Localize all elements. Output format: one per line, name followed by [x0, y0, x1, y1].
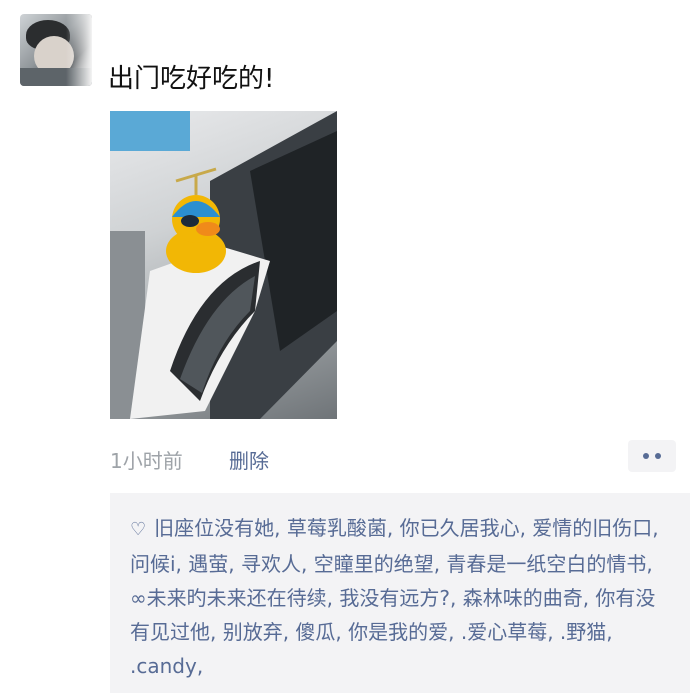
likes-panel: ♡ 旧座位没有她, 草莓乳酸菌, 你已久居我心, 爱情的旧伤口, 问候i, 遇萤,… [110, 493, 690, 693]
likes-names[interactable]: 旧座位没有她, 草莓乳酸菌, 你已久居我心, 爱情的旧伤口, 问候i, 遇萤, … [130, 516, 659, 678]
photo-illustration [110, 111, 337, 419]
avatar-light [66, 14, 92, 86]
delete-link[interactable]: 删除 [229, 445, 269, 474]
heart-outline-icon: ♡ [130, 519, 147, 540]
post-text: 出门吃好吃的! [108, 64, 275, 94]
more-dots-icon [643, 453, 649, 459]
more-button[interactable] [628, 440, 676, 472]
avatar[interactable] [20, 14, 92, 86]
post-timestamp: 1小时前 [110, 449, 183, 473]
more-dots-icon [655, 453, 661, 459]
post-photo[interactable] [110, 111, 337, 419]
